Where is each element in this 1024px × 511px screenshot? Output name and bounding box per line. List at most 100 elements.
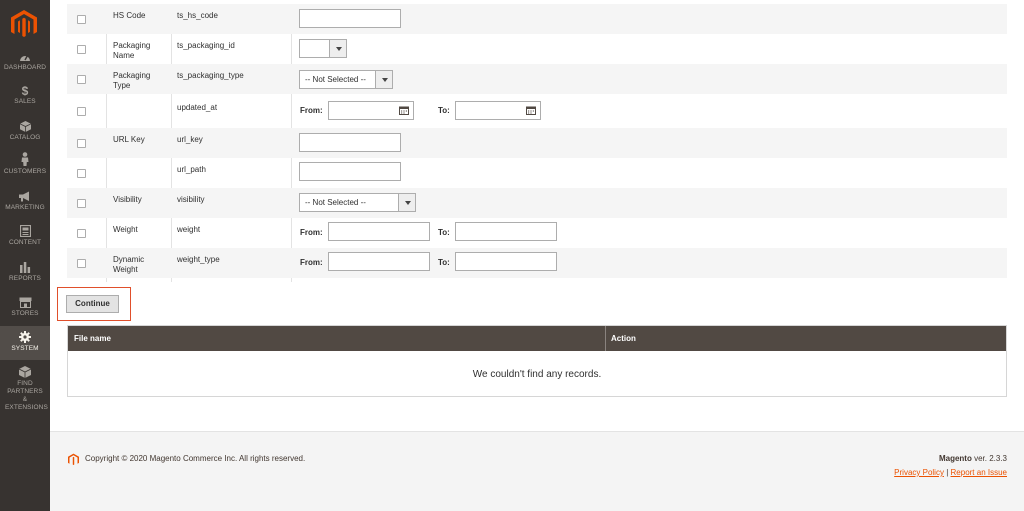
nav-system[interactable]: SYSTEM: [0, 326, 50, 360]
calendar-icon[interactable]: [399, 106, 409, 115]
magento-logo: [68, 453, 79, 465]
exclude-checkbox[interactable]: [77, 45, 86, 54]
chevron-down-icon: [329, 40, 346, 57]
select-value: -- Not Selected --: [305, 75, 366, 84]
admin-sidebar: DASHBOARD $ SALES CATALOG CUSTOMERS MARK…: [0, 0, 50, 511]
packaging-type-select[interactable]: -- Not Selected --: [299, 70, 393, 89]
weight-type-to-input[interactable]: [455, 252, 557, 271]
version-info: Magento ver. 2.3.3: [939, 454, 1007, 463]
nav-reports[interactable]: REPORTS: [0, 261, 50, 283]
exclude-checkbox[interactable]: [77, 139, 86, 148]
nav-dashboard-label: DASHBOARD: [3, 64, 47, 71]
magento-logo[interactable]: [11, 10, 37, 38]
bar-chart-icon: [20, 262, 31, 273]
nav-dashboard[interactable]: DASHBOARD: [0, 52, 50, 72]
select-value: -- Not Selected --: [305, 198, 366, 207]
nav-sales-label: SALES: [14, 98, 36, 105]
page-footer: Copyright © 2020 Magento Commerce Inc. A…: [50, 431, 1024, 511]
dashboard-icon: [20, 55, 30, 61]
attribute-label: URL Key: [113, 135, 145, 144]
attribute-label: Visibility: [113, 195, 142, 204]
table-row: Dynamic Weight weight_type From: To:: [67, 248, 1007, 278]
attribute-code: ts_packaging_id: [177, 41, 235, 50]
export-files-table: File name Action We couldn't find any re…: [67, 325, 1007, 397]
empty-state-message: We couldn't find any records.: [472, 369, 602, 380]
exclude-checkbox[interactable]: [77, 199, 86, 208]
nav-catalog[interactable]: CATALOG: [0, 121, 50, 142]
visibility-select[interactable]: -- Not Selected --: [299, 193, 416, 212]
nav-marketing[interactable]: MARKETING: [0, 191, 50, 212]
packaging-name-select[interactable]: [299, 39, 347, 58]
gear-icon: [19, 331, 31, 343]
exclude-checkbox[interactable]: [77, 259, 86, 268]
table-row: HS Code ts_hs_code: [67, 4, 1007, 34]
continue-button[interactable]: Continue: [66, 295, 119, 313]
nav-system-label: SYSTEM: [11, 345, 39, 352]
nav-customers-label: CUSTOMERS: [3, 168, 47, 175]
from-label: From:: [300, 106, 323, 115]
from-label: From:: [300, 228, 323, 237]
exclude-checkbox[interactable]: [77, 229, 86, 238]
to-label: To:: [438, 106, 450, 115]
attribute-label: Packaging Name: [113, 41, 151, 60]
attribute-code: ts_packaging_type: [177, 71, 244, 80]
url-path-filter-input[interactable]: [299, 162, 401, 181]
privacy-policy-link[interactable]: Privacy Policy: [894, 468, 944, 477]
nav-reports-label: REPORTS: [8, 275, 41, 282]
attribute-label: Weight: [113, 225, 138, 234]
extensions-icon: [19, 366, 31, 378]
updated-at-from-input[interactable]: [328, 101, 414, 120]
attribute-code: weight_type: [177, 255, 220, 264]
table-row: url_path: [67, 158, 1007, 188]
weight-to-input[interactable]: [455, 222, 557, 241]
updated-at-to-input[interactable]: [455, 101, 541, 120]
table-header: File name Action: [68, 326, 1006, 351]
weight-type-from-input[interactable]: [328, 252, 430, 271]
nav-sales[interactable]: $ SALES: [0, 85, 50, 106]
cube-icon: [19, 121, 31, 132]
footer-links: Privacy Policy | Report an Issue: [894, 468, 1007, 477]
report-issue-link[interactable]: Report an Issue: [951, 468, 1007, 477]
attribute-code: visibility: [177, 195, 205, 204]
version-number: ver. 2.3.3: [974, 454, 1007, 463]
person-icon: [21, 152, 29, 166]
attribute-code: ts_hs_code: [177, 11, 218, 20]
exclude-checkbox[interactable]: [77, 107, 86, 116]
nav-content-label: CONTENT: [8, 239, 42, 246]
content-icon: [19, 225, 31, 237]
calendar-icon[interactable]: [526, 106, 536, 115]
header-divider: [605, 326, 606, 351]
table-row: Weight weight From: To:: [67, 218, 1007, 248]
attribute-code: updated_at: [177, 103, 218, 112]
table-row: updated_at From: To:: [67, 96, 1007, 126]
nav-customers[interactable]: CUSTOMERS: [0, 152, 50, 176]
attribute-code: url_key: [177, 135, 203, 144]
chevron-down-icon: [375, 71, 392, 88]
exclude-checkbox[interactable]: [77, 75, 86, 84]
storefront-icon: [19, 297, 31, 308]
url-key-filter-input[interactable]: [299, 133, 401, 152]
weight-from-input[interactable]: [328, 222, 430, 241]
megaphone-icon: [19, 191, 29, 202]
attribute-label: Packaging Type: [113, 71, 151, 90]
table-row: Visibility visibility -- Not Selected --: [67, 188, 1007, 218]
copyright-text: Copyright © 2020 Magento Commerce Inc. A…: [85, 454, 306, 463]
column-header-action: Action: [611, 334, 636, 343]
nav-marketing-label: MARKETING: [5, 204, 45, 211]
attribute-code: url_path: [177, 165, 206, 174]
exclude-checkbox[interactable]: [77, 169, 86, 178]
column-header-file-name[interactable]: File name: [74, 334, 111, 343]
table-row: Packaging Type ts_packaging_type -- Not …: [67, 64, 1007, 94]
nav-stores[interactable]: STORES: [0, 297, 50, 318]
to-label: To:: [438, 228, 450, 237]
nav-find-partners[interactable]: FIND PARTNERS & EXTENSIONS: [0, 366, 50, 412]
from-label: From:: [300, 258, 323, 267]
chevron-down-icon: [398, 194, 415, 211]
brand-name: Magento: [938, 454, 972, 463]
hs-code-filter-input[interactable]: [299, 9, 401, 28]
nav-content[interactable]: CONTENT: [0, 225, 50, 247]
exclude-checkbox[interactable]: [77, 15, 86, 24]
link-separator: |: [946, 468, 949, 477]
attribute-code: weight: [177, 225, 201, 234]
nav-find-partners-label: FIND PARTNERS & EXTENSIONS: [5, 380, 48, 411]
